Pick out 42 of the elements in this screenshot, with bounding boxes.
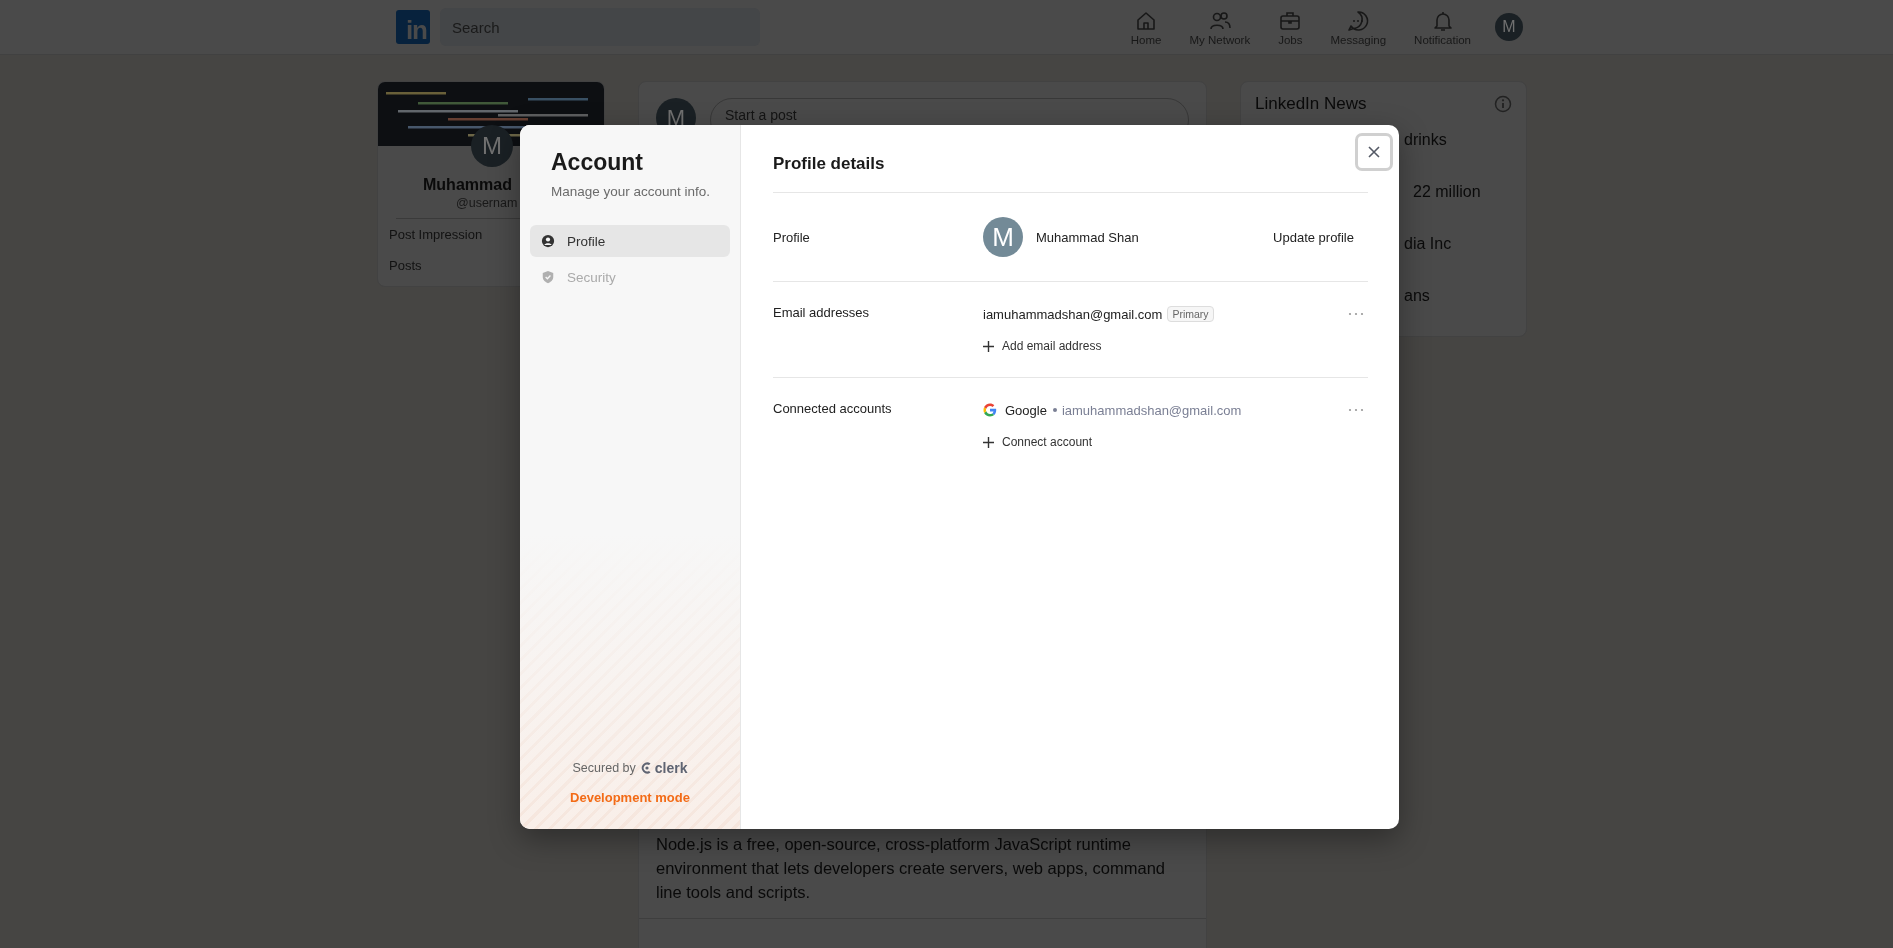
dialog-subtitle: Manage your account info.: [550, 184, 712, 199]
add-email-button[interactable]: Add email address: [983, 339, 1102, 353]
more-icon: [1348, 312, 1364, 316]
update-profile-button[interactable]: Update profile: [1259, 223, 1368, 251]
news-title: LinkedIn News: [1255, 94, 1367, 114]
shield-check-icon: [541, 270, 555, 284]
stat-label: Post Impression: [389, 227, 483, 242]
plus-icon: [983, 436, 994, 448]
dialog-title: Account: [550, 149, 644, 176]
sidebar-tab[interactable]: Profile: [530, 225, 730, 257]
close-icon: [1367, 145, 1381, 159]
connect-account-button[interactable]: Connect account: [983, 435, 1093, 449]
post-text: Node.js is a free, open-source, cross-platform JavaScript runtime environment that lets developers create servers, web apps, command line tools and scripts.: [655, 834, 1166, 903]
more-icon: [1348, 408, 1364, 412]
row-label: Email addresses: [773, 305, 871, 320]
provider-name: Google: [1005, 402, 1047, 418]
stat-label: Posts: [389, 258, 422, 273]
row-label: Profile: [773, 229, 811, 245]
avatar: M: [983, 217, 1023, 257]
close-button[interactable]: [1355, 133, 1393, 171]
logo[interactable]: in: [396, 10, 430, 44]
user-name: Muhammad Shan: [1036, 229, 1140, 245]
news-item[interactable]: drinks: [1404, 131, 1447, 149]
profile-name: Muhammad: [423, 176, 512, 194]
news-item[interactable]: dia Inc: [1404, 235, 1452, 253]
secured-by-text: Secured by: [572, 761, 636, 775]
connected-email: iamuhammadshan@gmail.com: [1061, 402, 1242, 418]
row-label: Connected accounts: [773, 401, 893, 416]
avatar[interactable]: M: [1495, 13, 1523, 41]
sidebar-tab[interactable]: Security: [530, 261, 730, 293]
news-item[interactable]: ans: [1404, 287, 1430, 305]
user-circle-icon: [541, 234, 555, 248]
primary-tag: Primary: [1167, 306, 1214, 322]
email-address: iamuhammadshan@gmail.com: [983, 306, 1163, 322]
clerk-logo-icon: [640, 761, 653, 775]
news-item[interactable]: 22 million: [1413, 183, 1481, 201]
info-icon[interactable]: [1494, 95, 1512, 113]
google-icon: [983, 403, 997, 417]
development-mode-label: Development mode: [569, 790, 691, 805]
plus-icon: [983, 340, 994, 352]
brand-name: clerk: [654, 760, 688, 776]
avatar: M: [471, 125, 513, 167]
